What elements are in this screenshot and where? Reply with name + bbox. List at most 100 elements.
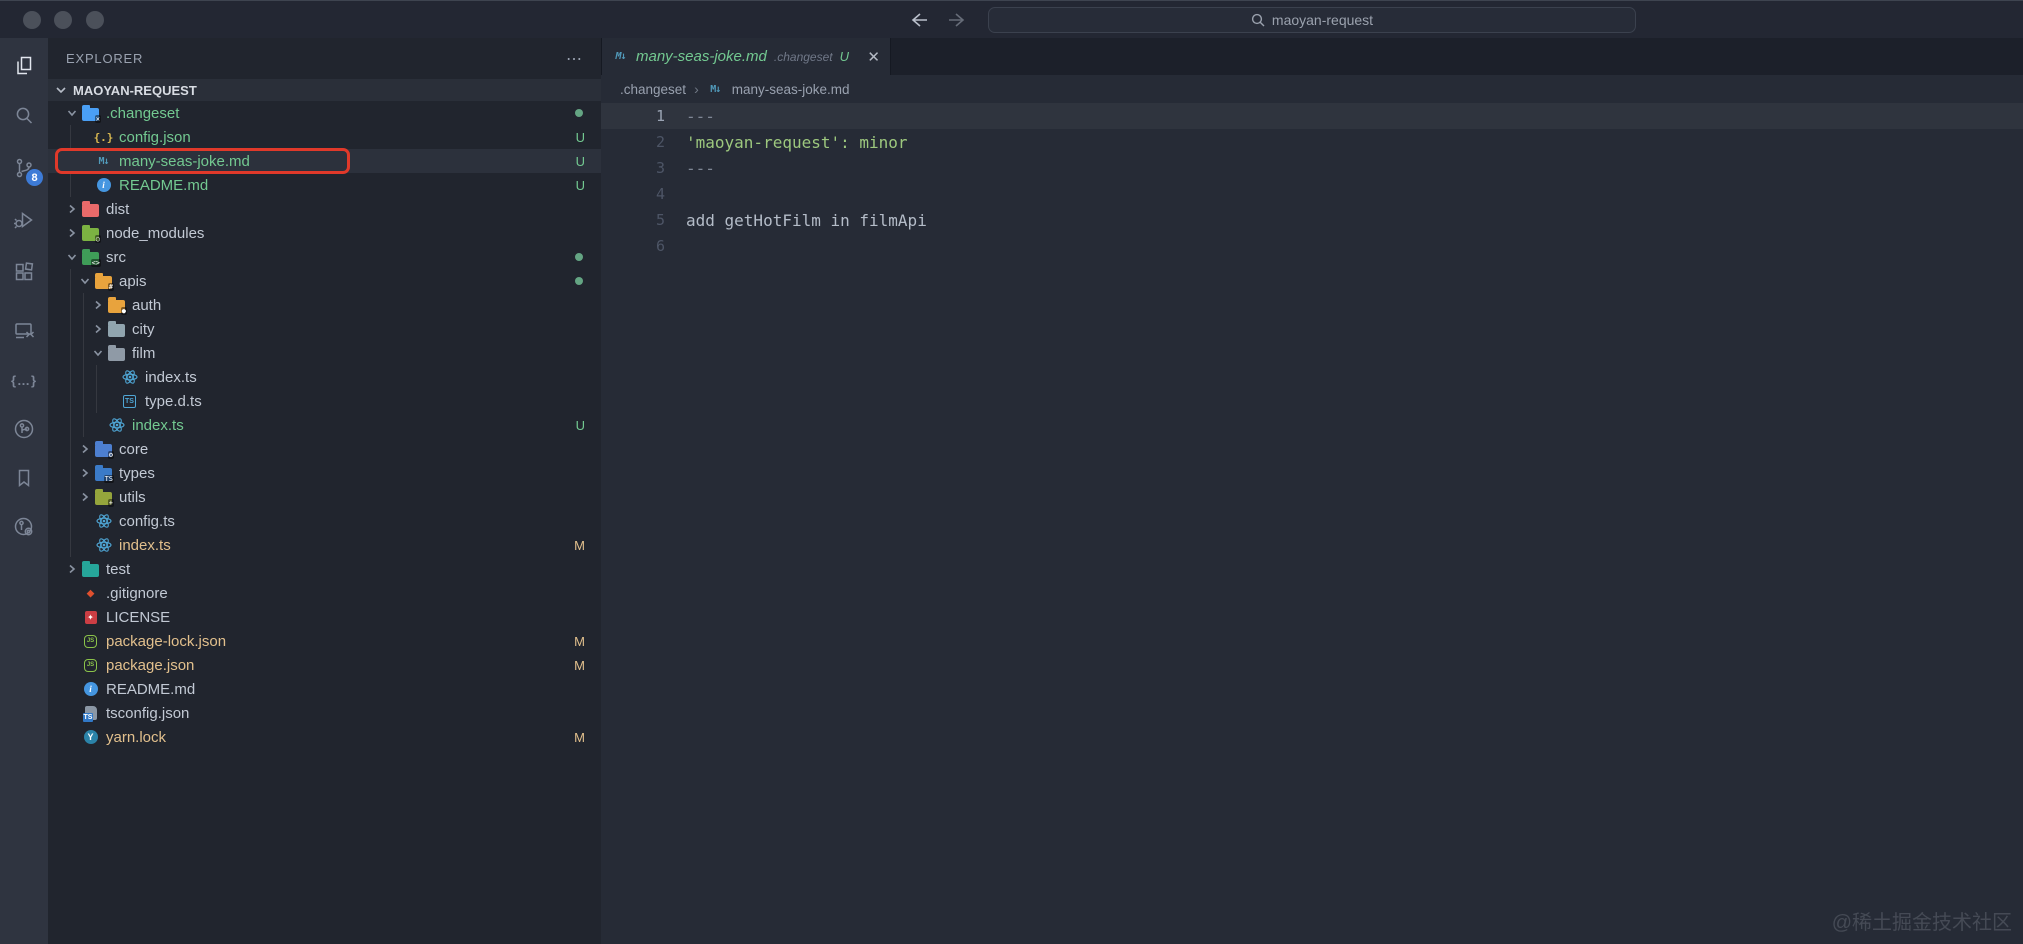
tree-item-node_modules[interactable]: ○ node_modules — [48, 221, 601, 245]
tree-item-label: test — [106, 560, 131, 578]
info-icon: i — [95, 177, 112, 193]
window-minimize-button[interactable] — [54, 11, 72, 29]
explorer-icon[interactable] — [11, 53, 37, 79]
git-icon: ◆ — [86, 585, 95, 601]
watermark: @稀土掘金技术社区 — [1831, 912, 2012, 934]
code-line-4: 4 — [601, 181, 2023, 207]
tree-item-type.d.ts[interactable]: TS type.d.ts — [48, 389, 601, 413]
remote-explorer-icon[interactable] — [11, 318, 37, 344]
tree-item-many-seas-joke.md[interactable]: M↓ many-seas-joke.md U — [48, 148, 601, 174]
tree-item-config.ts[interactable]: config.ts — [48, 509, 601, 533]
markdown-icon: M↓ — [710, 83, 721, 95]
tree-item-city[interactable]: city — [48, 317, 601, 341]
tree-item-label: .gitignore — [106, 584, 168, 602]
tree-item-utils[interactable]: + utils — [48, 485, 601, 509]
tree-item-index.ts[interactable]: index.ts M — [48, 533, 601, 557]
explorer-more-actions-icon[interactable]: ⋯ — [566, 49, 583, 69]
tree-item-apis[interactable]: # apis — [48, 269, 601, 293]
bookmarks-icon[interactable] — [11, 465, 37, 491]
git-status-letter: M — [574, 657, 585, 673]
tree-item-.gitignore[interactable]: ◆ .gitignore — [48, 581, 601, 605]
file-tree: ✕ .changeset {.} config.json U M↓ many-seas-jo… — [48, 101, 601, 749]
tree-item-label: src — [106, 248, 126, 266]
tree-item-package-lock.json[interactable]: JS package-lock.json M — [48, 629, 601, 653]
line-number: 6 — [655, 237, 665, 255]
gitlens-icon[interactable] — [11, 416, 37, 442]
chevron-down-icon — [62, 106, 82, 120]
chevron-right-icon — [88, 322, 108, 336]
extensions-icon[interactable] — [11, 259, 37, 285]
tab-git-status: U — [839, 49, 849, 64]
git-graph-icon[interactable] — [11, 514, 37, 540]
tsconfig-icon: TS — [82, 705, 99, 722]
yarn-icon: Y — [82, 729, 99, 745]
line-number: 1 — [655, 107, 665, 125]
sidebar-title: EXPLORER — [66, 51, 144, 66]
project-section-header[interactable]: MAOYAN-REQUEST — [48, 79, 601, 101]
tree-item-index.ts[interactable]: index.ts — [48, 365, 601, 389]
code-editor[interactable]: 1 --- 2 'maoyan-request': minor 3 --- 4 5 add ge… — [601, 103, 2023, 259]
command-center-search[interactable]: maoyan-request — [988, 7, 1636, 33]
tree-item-.changeset[interactable]: ✕ .changeset — [48, 101, 601, 125]
git-status-letter: U — [575, 129, 585, 145]
tree-item-yarn.lock[interactable]: Yyarn.lock M — [48, 725, 601, 749]
chevron-right-icon — [75, 490, 95, 504]
node-modules-folder-icon: ○ — [82, 224, 101, 243]
tree-item-label: core — [119, 440, 149, 458]
tree-item-README.md[interactable]: i README.md U — [48, 173, 601, 197]
tab-file-name: many-seas-joke.md — [636, 48, 767, 65]
window-close-button[interactable] — [23, 11, 41, 29]
tree-item-types[interactable]: TS types — [48, 461, 601, 485]
line-text: 'maoyan-request': minor — [686, 132, 908, 152]
tree-item-label: README.md — [106, 680, 196, 698]
code-line-6: 6 — [601, 233, 2023, 259]
tree-item-label: dist — [106, 200, 130, 218]
types-folder-icon: TS — [95, 464, 114, 483]
braces-extension-icon[interactable]: {…} — [11, 367, 37, 393]
line-number: 5 — [655, 211, 665, 229]
tree-item-label: utils — [119, 488, 146, 506]
chevron-right-icon — [75, 442, 95, 456]
tree-item-label: index.ts — [119, 536, 171, 554]
tree-item-index.ts[interactable]: index.ts U — [48, 413, 601, 437]
tab-many-seas-joke[interactable]: M↓ many-seas-joke.md .changeset U ✕ — [602, 38, 891, 75]
tree-item-label: types — [119, 464, 155, 482]
tree-item-film[interactable]: film — [48, 341, 601, 365]
tree-item-label: index.ts — [145, 368, 197, 386]
tree-item-src[interactable]: <> src — [48, 245, 601, 269]
breadcrumb-file[interactable]: many-seas-joke.md — [732, 82, 850, 97]
chevron-right-icon — [62, 202, 82, 216]
tree-item-README.md[interactable]: i README.md — [48, 677, 601, 701]
breadcrumb-dir[interactable]: .changeset — [620, 82, 686, 97]
title-bar: maoyan-request — [0, 0, 2023, 38]
src-folder-icon: <> — [82, 248, 101, 267]
tree-item-core[interactable]: ⚙ core — [48, 437, 601, 461]
tree-item-LICENSE[interactable]: ✦ LICENSE — [48, 605, 601, 629]
tree-item-test[interactable]: test — [48, 557, 601, 581]
git-status-letter: U — [575, 417, 585, 433]
window-zoom-button[interactable] — [86, 11, 104, 29]
atom-icon — [121, 369, 138, 385]
command-center-text: maoyan-request — [1271, 12, 1374, 28]
tree-item-dist[interactable]: dist — [48, 197, 601, 221]
search-icon[interactable] — [11, 103, 37, 129]
tree-item-label: film — [132, 344, 156, 362]
tree-item-label: README.md — [119, 176, 209, 194]
code-line-3: 3 --- — [601, 155, 2023, 181]
tree-item-package.json[interactable]: JS package.json M — [48, 653, 601, 677]
tree-item-tsconfig.json[interactable]: TS tsconfig.json — [48, 701, 601, 725]
atom-icon — [108, 417, 125, 433]
git-untracked-dot — [575, 109, 583, 117]
activity-bar: 8 {…} — [0, 38, 48, 944]
navigate-back-button[interactable] — [905, 8, 931, 32]
info-icon: i — [82, 681, 99, 697]
navigate-forward-button[interactable] — [945, 8, 971, 32]
tree-item-config.json[interactable]: {.} config.json U — [48, 125, 601, 149]
breadcrumb-separator: › — [694, 81, 699, 97]
source-control-icon[interactable]: 8 — [11, 155, 43, 186]
run-and-debug-icon[interactable] — [11, 207, 37, 233]
breadcrumbs: .changeset › M↓ many-seas-joke.md — [601, 75, 2023, 103]
tree-item-auth[interactable]: ● auth — [48, 293, 601, 317]
chevron-right-icon — [62, 226, 82, 240]
tab-close-icon[interactable]: ✕ — [867, 48, 880, 66]
